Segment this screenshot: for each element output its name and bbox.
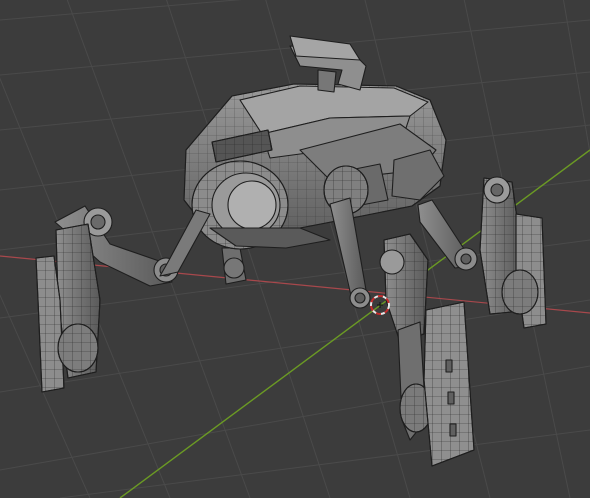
robot-model[interactable] (35, 35, 547, 467)
viewport-canvas[interactable] (0, 0, 590, 498)
leg-front-left[interactable] (159, 209, 211, 277)
3d-cursor-icon[interactable] (370, 295, 390, 315)
leg-front-center[interactable] (221, 247, 247, 285)
leg-back-right[interactable] (417, 176, 547, 329)
leg-back-left[interactable] (35, 205, 179, 393)
3d-viewport[interactable] (0, 0, 590, 498)
robot-body[interactable] (183, 35, 447, 250)
